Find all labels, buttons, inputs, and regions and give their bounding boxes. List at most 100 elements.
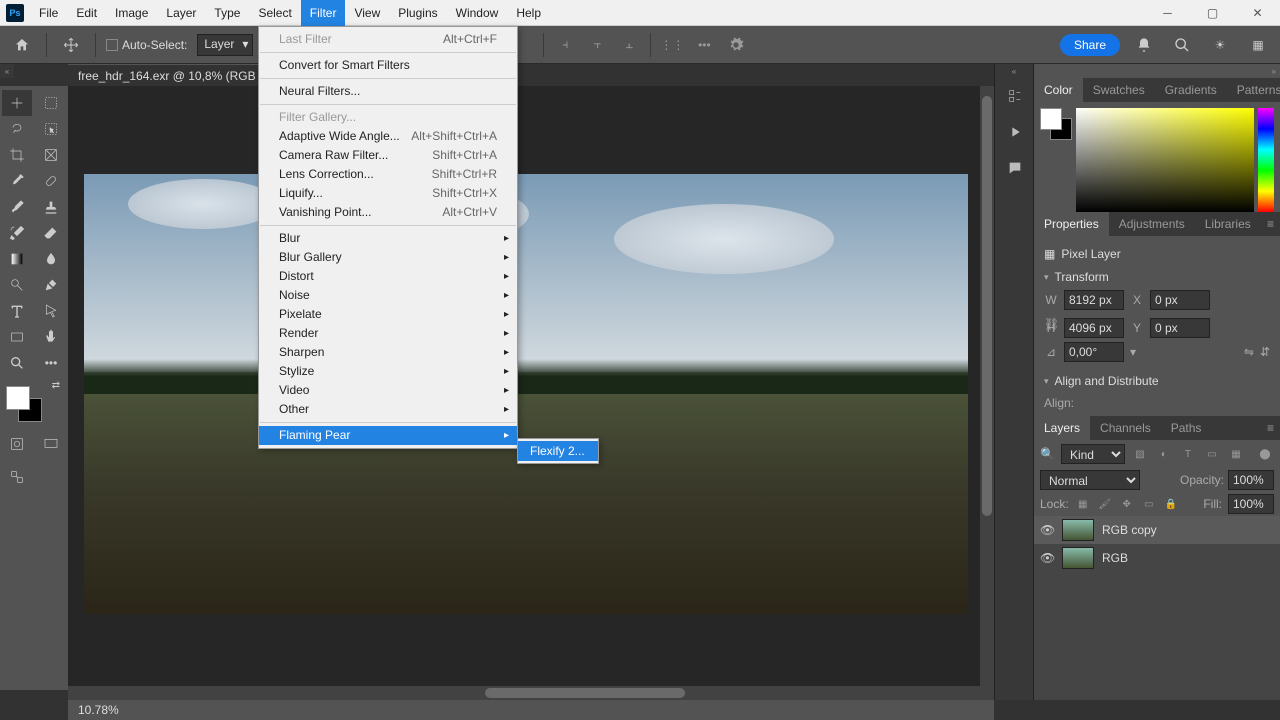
lock-transparency-icon[interactable]: ▦ (1075, 496, 1091, 512)
tab-color[interactable]: Color (1034, 78, 1083, 102)
hue-slider[interactable] (1258, 108, 1274, 212)
align-right-icon[interactable]: ⫠ (618, 34, 640, 56)
menu-type[interactable]: Type (205, 0, 249, 26)
horizontal-scrollbar[interactable] (68, 686, 994, 700)
crop-tool[interactable] (2, 142, 32, 168)
frame-tool[interactable] (36, 142, 66, 168)
home-icon[interactable] (8, 31, 36, 59)
menu-filter[interactable]: Filter (301, 0, 346, 26)
move-tool[interactable] (2, 90, 32, 116)
lasso-tool[interactable] (2, 116, 32, 142)
healing-tool[interactable] (36, 168, 66, 194)
zoom-slider[interactable] (139, 708, 964, 712)
screen-mode-tool[interactable] (36, 431, 66, 457)
gradient-tool[interactable] (2, 246, 32, 272)
visibility-icon[interactable]: 👁 (1040, 551, 1054, 565)
vertical-scrollbar[interactable] (980, 86, 994, 690)
search-icon[interactable] (1168, 31, 1196, 59)
quick-mask-tool[interactable] (2, 431, 32, 457)
filter-convert-smart[interactable]: Convert for Smart Filters (259, 56, 517, 75)
height-input[interactable] (1064, 318, 1124, 338)
type-tool[interactable] (2, 298, 32, 324)
filter-noise[interactable]: Noise (259, 286, 517, 305)
filter-pixelate[interactable]: Pixelate (259, 305, 517, 324)
color-field[interactable] (1076, 108, 1254, 212)
eraser-tool[interactable] (36, 220, 66, 246)
width-input[interactable] (1064, 290, 1124, 310)
menu-file[interactable]: File (30, 0, 67, 26)
layer-filter-kind[interactable]: Kind (1061, 444, 1125, 464)
color-swatches[interactable] (6, 386, 46, 426)
notifications-icon[interactable] (1130, 31, 1158, 59)
layers-panel-menu-icon[interactable]: ≡ (1261, 421, 1280, 435)
tab-properties[interactable]: Properties (1034, 212, 1109, 236)
props-panel-menu-icon[interactable]: ≡ (1261, 217, 1280, 231)
zoom-tool[interactable] (2, 350, 32, 376)
filter-sharpen[interactable]: Sharpen (259, 343, 517, 362)
filter-vanishing[interactable]: Vanishing Point...Alt+Ctrl+V (259, 203, 517, 222)
filter-blur[interactable]: Blur (259, 229, 517, 248)
arrange-icon[interactable]: ▦ (1244, 31, 1272, 59)
filter-adjust-icon[interactable]: ◐ (1155, 445, 1173, 463)
filter-distort[interactable]: Distort (259, 267, 517, 286)
menu-edit[interactable]: Edit (67, 0, 106, 26)
filter-stylize[interactable]: Stylize (259, 362, 517, 381)
rectangle-tool[interactable] (2, 324, 32, 350)
distribute-icon[interactable]: ⋮⋮ (661, 34, 683, 56)
tab-paths[interactable]: Paths (1161, 416, 1212, 440)
history-panel-icon[interactable] (995, 78, 1035, 114)
tab-gradients[interactable]: Gradients (1155, 78, 1227, 102)
eyedropper-tool[interactable] (2, 168, 32, 194)
flip-h-icon[interactable]: ⇋ (1244, 345, 1254, 359)
filter-neural[interactable]: Neural Filters... (259, 82, 517, 101)
brush-tool[interactable] (2, 194, 32, 220)
filter-toggle-icon[interactable]: ⬤ (1256, 445, 1274, 463)
stamp-tool[interactable] (36, 194, 66, 220)
filter-camera-raw[interactable]: Camera Raw Filter...Shift+Ctrl+A (259, 146, 517, 165)
menu-plugins[interactable]: Plugins (389, 0, 446, 26)
gear-icon[interactable] (725, 34, 747, 56)
workspace-icon[interactable]: ☀ (1206, 31, 1234, 59)
swap-colors-icon[interactable]: ⇄ (52, 380, 60, 391)
menu-layer[interactable]: Layer (157, 0, 205, 26)
comments-panel-icon[interactable] (995, 150, 1035, 186)
collapse-dock-icon[interactable]: « (995, 64, 1033, 78)
flexify-item[interactable]: Flexify 2... (518, 441, 598, 461)
lock-all-icon[interactable]: 🔒 (1163, 496, 1179, 512)
more-options-icon[interactable]: ••• (693, 34, 715, 56)
tab-swatches[interactable]: Swatches (1083, 78, 1155, 102)
menu-help[interactable]: Help (507, 0, 550, 26)
menu-image[interactable]: Image (106, 0, 157, 26)
tab-adjustments[interactable]: Adjustments (1109, 212, 1195, 236)
document-tab[interactable]: free_hdr_164.exr @ 10,8% (RGB c... (68, 64, 285, 86)
filter-render[interactable]: Render (259, 324, 517, 343)
auto-select-target[interactable]: Layer ▾ (197, 34, 253, 56)
collapse-panels-icon[interactable]: » (1034, 64, 1280, 78)
pen-tool[interactable] (36, 272, 66, 298)
marquee-tool[interactable] (36, 90, 66, 116)
filter-flaming-pear[interactable]: Flaming Pear (259, 426, 517, 445)
x-input[interactable] (1150, 290, 1210, 310)
dodge-tool[interactable] (2, 272, 32, 298)
tab-layers[interactable]: Layers (1034, 416, 1090, 440)
fill-input[interactable] (1228, 494, 1274, 514)
actions-panel-icon[interactable] (995, 114, 1035, 150)
visibility-icon[interactable]: 👁 (1040, 523, 1054, 537)
blend-mode-select[interactable]: Normal (1040, 470, 1140, 490)
maximize-button[interactable]: ▢ (1190, 0, 1235, 26)
filter-last[interactable]: Last FilterAlt+Ctrl+F (259, 30, 517, 49)
lock-position-icon[interactable]: ✥ (1119, 496, 1135, 512)
collapse-left-icon[interactable]: « (0, 64, 14, 78)
blur-tool[interactable] (36, 246, 66, 272)
menu-view[interactable]: View (345, 0, 389, 26)
align-center-h-icon[interactable]: ⫟ (586, 34, 608, 56)
close-button[interactable]: ✕ (1235, 0, 1280, 26)
menu-select[interactable]: Select (249, 0, 300, 26)
filter-shape-icon[interactable]: ▭ (1203, 445, 1221, 463)
tab-channels[interactable]: Channels (1090, 416, 1161, 440)
lock-pixels-icon[interactable]: 🖌 (1097, 496, 1113, 512)
share-button[interactable]: Share (1060, 34, 1120, 56)
auto-select-checkbox[interactable]: Auto-Select: (106, 38, 187, 52)
menu-window[interactable]: Window (447, 0, 508, 26)
hand-tool[interactable] (36, 324, 66, 350)
